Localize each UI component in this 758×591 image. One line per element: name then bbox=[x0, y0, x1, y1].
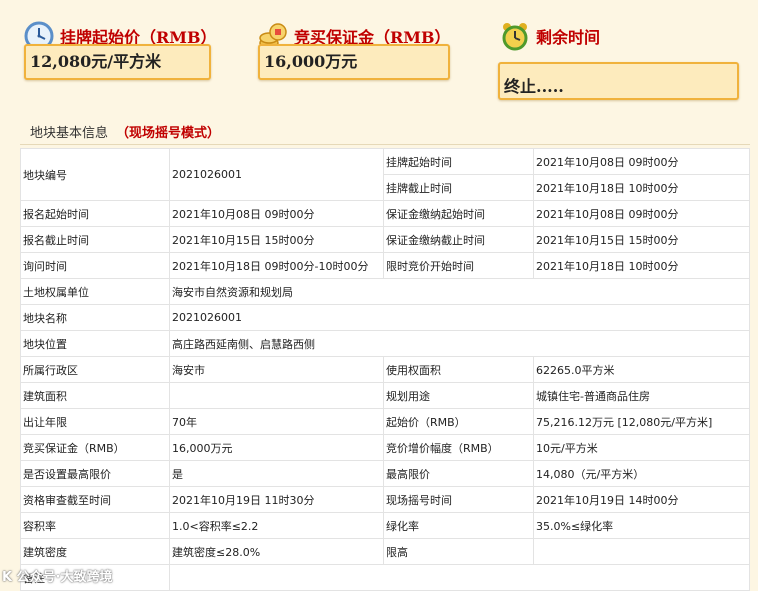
cell-label: 报名截止时间 bbox=[20, 226, 170, 253]
table-row: 资格审查截至时间 2021年10月19日 11时30分 现场摇号时间 2021年… bbox=[20, 486, 750, 513]
deposit-value: 16,000万元 bbox=[258, 44, 450, 80]
cell-label: 保证金缴纳起始时间 bbox=[383, 200, 534, 227]
cell-label: 限高 bbox=[383, 538, 534, 565]
parcel-no-label: 地块编号 bbox=[20, 148, 170, 201]
list-start-value: 2021年10月08日 09时00分 bbox=[533, 148, 750, 175]
cell-value: 2021年10月08日 09时00分 bbox=[169, 200, 384, 227]
cell-value: 建筑密度≤28.0% bbox=[169, 538, 384, 565]
list-end-label: 挂牌截止时间 bbox=[383, 174, 534, 201]
cell-value: 2021年10月18日 10时00分 bbox=[533, 252, 750, 279]
cell-value: 2021年10月18日 09时00分-10时00分 bbox=[169, 252, 384, 279]
cell-value: 1.0<容积率≤2.2 bbox=[169, 512, 384, 539]
cell-value: 高庄路西延南侧、启慧路西侧 bbox=[169, 330, 750, 357]
cell-label: 竞价增价幅度（RMB） bbox=[383, 434, 534, 461]
cell-label: 最高限价 bbox=[383, 460, 534, 487]
cell-value: 是 bbox=[169, 460, 384, 487]
cell-label: 建筑面积 bbox=[20, 382, 170, 409]
cell-value: 62265.0平方米 bbox=[533, 356, 750, 383]
cell-label: 现场摇号时间 bbox=[383, 486, 534, 513]
cell-value: 海安市 bbox=[169, 356, 384, 383]
table-row: 建筑密度 建筑密度≤28.0% 限高 bbox=[20, 538, 750, 565]
cell-label: 规划用途 bbox=[383, 382, 534, 409]
remaining-time-value: 终止..... bbox=[498, 62, 739, 100]
cell-label: 询问时间 bbox=[20, 252, 170, 279]
list-end-value: 2021年10月18日 10时00分 bbox=[533, 174, 750, 201]
cell-label: 出让年限 bbox=[20, 408, 170, 435]
table-row: 地块编号 2021026001 挂牌起始时间 2021年10月08日 09时00… bbox=[20, 148, 750, 201]
cell-value: 75,216.12万元 [12,080元/平方米] bbox=[533, 408, 750, 435]
table-row: 地块名称 2021026001 bbox=[20, 304, 750, 331]
table-row: 建筑面积 规划用途 城镇住宅-普通商品住房 bbox=[20, 382, 750, 409]
cell-value bbox=[169, 382, 384, 409]
cell-value: 70年 bbox=[169, 408, 384, 435]
remaining-time-card: 剩余时间 bbox=[500, 18, 600, 54]
cell-label: 起始价（RMB） bbox=[383, 408, 534, 435]
table-row: 土地权属单位 海安市自然资源和规划局 bbox=[20, 278, 750, 305]
table-row: 报名起始时间 2021年10月08日 09时00分 保证金缴纳起始时间 2021… bbox=[20, 200, 750, 227]
list-start-label: 挂牌起始时间 bbox=[383, 148, 534, 175]
watermark: K 公众号·大致跨境 bbox=[2, 570, 113, 585]
cell-label: 建筑密度 bbox=[20, 538, 170, 565]
cell-label: 容积率 bbox=[20, 512, 170, 539]
cell-label: 竞买保证金（RMB） bbox=[20, 434, 170, 461]
cell-value: 35.0%≤绿化率 bbox=[533, 512, 750, 539]
parcel-info-table: 地块编号 2021026001 挂牌起始时间 2021年10月08日 09时00… bbox=[20, 148, 750, 591]
cell-label: 绿化率 bbox=[383, 512, 534, 539]
parcel-no-value: 2021026001 bbox=[169, 148, 384, 201]
cell-label: 地块名称 bbox=[20, 304, 170, 331]
cell-label: 使用权面积 bbox=[383, 356, 534, 383]
cell-label: 所属行政区 bbox=[20, 356, 170, 383]
table-row: 所属行政区 海安市 使用权面积 62265.0平方米 bbox=[20, 356, 750, 383]
cell-label: 地块位置 bbox=[20, 330, 170, 357]
cell-value: 14,080（元/平方米） bbox=[533, 460, 750, 487]
cell-value: 海安市自然资源和规划局 bbox=[169, 278, 750, 305]
section-title: 地块基本信息 （现场摇号模式） bbox=[30, 122, 220, 141]
remaining-time-title: 剩余时间 bbox=[536, 28, 601, 47]
table-row: 询问时间 2021年10月18日 09时00分-10时00分 限时竞价开始时间 … bbox=[20, 252, 750, 279]
cell-value: 2021年10月08日 09时00分 bbox=[533, 200, 750, 227]
cell-value bbox=[533, 538, 750, 565]
alarm-clock-icon bbox=[502, 23, 528, 51]
start-price-value: 12,080元/平方米 bbox=[24, 44, 211, 80]
cell-label: 资格审查截至时间 bbox=[20, 486, 170, 513]
table-row: 是否设置最高限价 是 最高限价 14,080（元/平方米） bbox=[20, 460, 750, 487]
summary-bar: 挂牌起始价（RMB） 12,080元/平方米 竞买保证金（RMB） 16,000… bbox=[0, 0, 758, 110]
cell-value: 2021026001 bbox=[169, 304, 750, 331]
cell-value: 10元/平方米 bbox=[533, 434, 750, 461]
auction-mode-label: （现场摇号模式） bbox=[116, 126, 221, 141]
cell-value: 2021年10月15日 15时00分 bbox=[169, 226, 384, 253]
cell-value: 2021年10月19日 11时30分 bbox=[169, 486, 384, 513]
table-row: 地块位置 高庄路西延南侧、启慧路西侧 bbox=[20, 330, 750, 357]
cell-label: 保证金缴纳截止时间 bbox=[383, 226, 534, 253]
cell-value: 2021年10月19日 14时00分 bbox=[533, 486, 750, 513]
cell-label: 报名起始时间 bbox=[20, 200, 170, 227]
cell-label: 限时竞价开始时间 bbox=[383, 252, 534, 279]
cell-label: 是否设置最高限价 bbox=[20, 460, 170, 487]
table-row: 竞买保证金（RMB） 16,000万元 竞价增价幅度（RMB） 10元/平方米 bbox=[20, 434, 750, 461]
cell-label: 土地权属单位 bbox=[20, 278, 170, 305]
cell-value: 16,000万元 bbox=[169, 434, 384, 461]
table-row: 报名截止时间 2021年10月15日 15时00分 保证金缴纳截止时间 2021… bbox=[20, 226, 750, 253]
cell-value: 2021年10月15日 15时00分 bbox=[533, 226, 750, 253]
table-row: 出让年限 70年 起始价（RMB） 75,216.12万元 [12,080元/平… bbox=[20, 408, 750, 435]
section-divider bbox=[20, 144, 750, 145]
section-title-text: 地块基本信息 bbox=[30, 126, 109, 141]
cell-value: 城镇住宅-普通商品住房 bbox=[533, 382, 750, 409]
table-row: 容积率 1.0<容积率≤2.2 绿化率 35.0%≤绿化率 bbox=[20, 512, 750, 539]
